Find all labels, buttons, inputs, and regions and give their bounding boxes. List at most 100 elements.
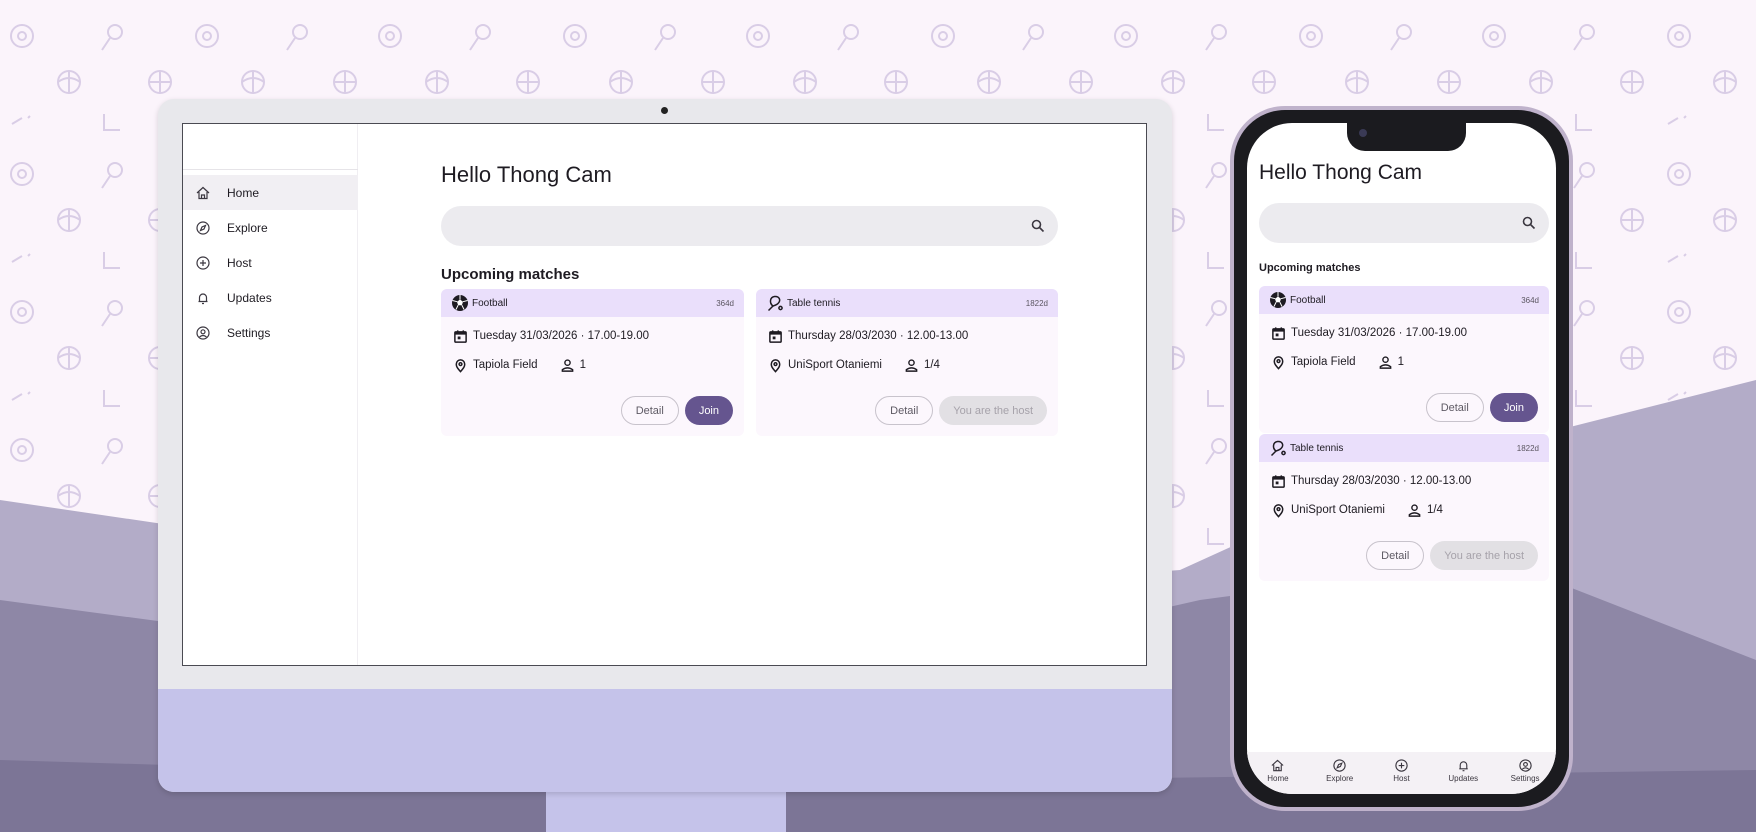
user-circle-icon <box>196 325 210 340</box>
match-date: Thursday 28/03/2030 · 12.00-13.00 <box>768 328 1058 344</box>
sport-name: Football <box>472 297 508 309</box>
calendar-icon <box>454 329 467 343</box>
participant-count: 1/4 <box>923 359 940 371</box>
match-date: Thursday 28/03/2030 · 12.00-13.00 <box>1271 473 1549 489</box>
sidebar-item-home[interactable]: Home <box>183 175 358 210</box>
match-date-text: Thursday 28/03/2030 · 12.00-13.00 <box>1291 475 1472 487</box>
page-title: Hello Thong Cam <box>1259 161 1423 184</box>
card-actions: Detail You are the host <box>1366 541 1538 570</box>
join-button[interactable]: Join <box>1489 393 1538 422</box>
person-icon <box>1379 355 1391 369</box>
sidebar-item-settings[interactable]: Settings <box>183 315 358 350</box>
match-location-row: Tapiola Field 1 <box>1271 354 1549 370</box>
home-icon <box>1271 759 1284 772</box>
plus-circle-icon <box>1395 759 1408 772</box>
sidebar-item-updates[interactable]: Updates <box>183 280 358 315</box>
match-location: Tapiola Field <box>473 359 538 371</box>
football-icon <box>1270 292 1286 308</box>
table-tennis-icon <box>1270 440 1286 457</box>
match-location-row: UniSport Otaniemi 1/4 <box>768 357 1058 373</box>
match-date-text: Tuesday 31/03/2026 · 17.00-19.00 <box>473 330 650 342</box>
match-location-row: Tapiola Field 1 <box>453 357 744 373</box>
bottom-nav-explore[interactable]: Explore <box>1315 758 1365 783</box>
participants: 1/4 <box>1407 503 1443 518</box>
detail-button[interactable]: Detail <box>875 396 934 425</box>
sport-name: Football <box>1290 294 1326 306</box>
location-pin-icon <box>770 358 781 373</box>
bottom-nav-home[interactable]: Home <box>1253 758 1303 783</box>
participants: 1 <box>560 358 586 373</box>
match-location: Tapiola Field <box>1291 356 1356 368</box>
sidebar-item-label: Explore <box>227 220 268 235</box>
card-actions: Detail You are the host <box>875 396 1047 425</box>
page-title: Hello Thong Cam <box>441 162 612 187</box>
sport-name: Table tennis <box>1290 442 1344 454</box>
monitor-chin <box>158 689 1172 792</box>
days-until-badge: 1822d <box>1516 443 1539 453</box>
calendar-icon <box>1272 326 1285 340</box>
participant-count: 1 <box>579 359 586 371</box>
card-header: Table tennis 1822d <box>756 289 1058 317</box>
desktop-screen: Home Explore Host Updates Settings Hello… <box>182 123 1147 666</box>
phone-notch <box>1347 123 1466 151</box>
match-card-table-tennis: Table tennis 1822d Thursday 28/03/2030 ·… <box>1259 434 1549 581</box>
match-date: Tuesday 31/03/2026 · 17.00-19.00 <box>453 328 744 344</box>
card-actions: Detail Join <box>1425 393 1538 422</box>
card-header: Table tennis 1822d <box>1259 434 1549 462</box>
phone-screen: Hello Thong Cam Upcoming matches Footbal… <box>1247 123 1556 794</box>
bottom-nav-host[interactable]: Host <box>1376 758 1426 783</box>
match-date-text: Tuesday 31/03/2026 · 17.00-19.00 <box>1291 327 1468 339</box>
participant-count: 1 <box>1397 356 1404 368</box>
detail-button[interactable]: Detail <box>1366 541 1425 570</box>
card-header: Football 364d <box>441 289 744 317</box>
calendar-icon <box>1272 474 1285 488</box>
person-icon <box>1408 503 1421 517</box>
days-until-badge: 1822d <box>1025 298 1048 308</box>
compass-icon <box>1333 759 1346 772</box>
sidebar-item-explore[interactable]: Explore <box>183 210 358 245</box>
match-location: UniSport Otaniemi <box>1291 504 1385 516</box>
section-title: Upcoming matches <box>1259 262 1361 274</box>
main-content: Hello Thong Cam Upcoming matches Footbal… <box>441 124 1061 665</box>
match-card-football: Football 364d Tuesday 31/03/2026 · 17.00… <box>1259 286 1549 433</box>
detail-button[interactable]: Detail <box>620 396 679 425</box>
bell-icon <box>1459 761 1468 772</box>
person-icon <box>905 358 918 372</box>
host-status-button: You are the host <box>1430 541 1538 570</box>
bottom-nav-updates[interactable]: Updates <box>1438 758 1488 783</box>
join-button[interactable]: Join <box>684 396 733 425</box>
sidebar-nav: Home Explore Host Updates Settings <box>183 175 358 350</box>
desktop-monitor: Home Explore Host Updates Settings Hello… <box>158 99 1172 792</box>
sidebar-item-label: Settings <box>227 325 271 340</box>
match-location-row: UniSport Otaniemi 1/4 <box>1271 502 1549 518</box>
bottom-nav-label: Updates <box>1448 774 1479 783</box>
search-input[interactable] <box>1259 203 1549 243</box>
camera-dot <box>661 107 668 114</box>
search-icon[interactable] <box>1030 218 1046 234</box>
bottom-nav-label: Host <box>1393 774 1410 783</box>
bottom-nav-label: Explore <box>1326 774 1354 783</box>
compass-icon <box>196 220 210 235</box>
search-input[interactable] <box>441 206 1058 246</box>
detail-button[interactable]: Detail <box>1425 393 1484 422</box>
sidebar-item-host[interactable]: Host <box>183 245 358 280</box>
host-status-button: You are the host <box>939 396 1047 425</box>
calendar-icon <box>769 329 782 343</box>
bottom-nav-settings[interactable]: Settings <box>1500 758 1550 783</box>
match-date-text: Thursday 28/03/2030 · 12.00-13.00 <box>788 330 969 342</box>
participant-count: 1/4 <box>1426 504 1443 516</box>
person-icon <box>561 358 573 372</box>
sidebar-item-label: Host <box>227 255 252 270</box>
location-pin-icon <box>455 358 466 373</box>
football-icon <box>452 295 468 311</box>
participants: 1 <box>1378 355 1404 370</box>
location-pin-icon <box>1273 355 1284 370</box>
sidebar-item-label: Updates <box>227 290 272 305</box>
bell-icon <box>198 292 208 304</box>
participants: 1/4 <box>904 358 940 373</box>
bottom-nav-label: Home <box>1267 774 1289 783</box>
location-pin-icon <box>1273 503 1284 518</box>
card-header: Football 364d <box>1259 286 1549 314</box>
search-icon[interactable] <box>1521 215 1537 231</box>
days-until-badge: 364d <box>1521 295 1539 305</box>
